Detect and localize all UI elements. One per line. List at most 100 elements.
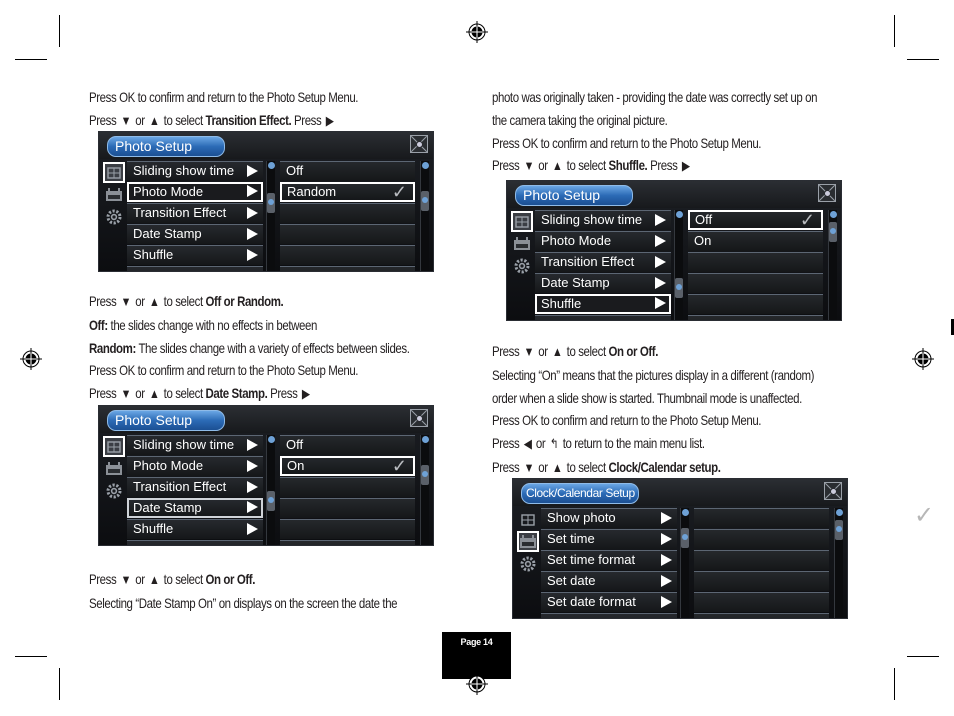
clock-calendar-icon[interactable]	[103, 184, 125, 205]
right-arrow-icon	[661, 512, 672, 524]
body-text: Press	[267, 385, 301, 402]
menu-item[interactable]: Sliding show time	[535, 210, 671, 230]
up-arrow-icon: ▲	[552, 158, 563, 174]
exit-icon[interactable]	[818, 184, 836, 202]
option-item[interactable]	[694, 550, 829, 570]
menu-item[interactable]: Photo Mode	[127, 182, 263, 202]
menu-scrollbar[interactable]	[266, 435, 275, 545]
option-item[interactable]: Off ✓	[688, 210, 823, 230]
menu-item[interactable]: Show photo	[541, 508, 677, 528]
menu-scrollbar[interactable]	[674, 210, 683, 320]
settings-gear-icon[interactable]	[103, 206, 125, 227]
option-item[interactable]	[280, 203, 415, 223]
text-line: photo was originally taken - providing t…	[492, 86, 817, 109]
text-line: Press ▼ or ▲ to select Date Stamp. Press…	[89, 382, 410, 406]
menu-item[interactable]: Transition Effect	[127, 203, 263, 223]
settings-gear-icon[interactable]	[511, 255, 533, 276]
side-icon-bar	[103, 436, 125, 502]
menu-item[interactable]: Transition Effect	[127, 477, 263, 497]
body-text: to select	[160, 385, 206, 402]
up-arrow-icon: ▲	[149, 112, 160, 128]
body-text: Press OK to confirm and return to the Ph…	[492, 412, 762, 429]
option-item[interactable]	[280, 519, 415, 539]
option-item[interactable]	[280, 477, 415, 497]
option-item[interactable]: On ✓	[280, 456, 415, 476]
option-item[interactable]	[694, 508, 829, 528]
up-arrow-icon: ▲	[552, 344, 563, 359]
clock-calendar-icon[interactable]	[511, 233, 533, 254]
menu-item[interactable]: Date Stamp	[127, 498, 263, 518]
option-item[interactable]	[280, 245, 415, 265]
menu-item-empty	[127, 540, 263, 545]
option-item[interactable]	[688, 294, 823, 314]
body-text: or	[132, 385, 148, 402]
menu-item[interactable]: Shuffle	[127, 519, 263, 539]
exit-icon[interactable]	[410, 409, 428, 427]
down-arrow-icon: ▼	[120, 112, 132, 128]
menu-item-label: Photo Mode	[133, 184, 204, 199]
option-scrollbar[interactable]	[420, 161, 429, 271]
text-line: Off: the slides change with no effects i…	[89, 314, 410, 337]
clock-calendar-icon[interactable]	[517, 531, 539, 552]
option-scrollbar[interactable]	[420, 435, 429, 545]
menu-item[interactable]: Date Stamp	[535, 273, 671, 293]
up-arrow-icon: ▲	[552, 459, 563, 475]
right-arrow-icon	[247, 228, 258, 240]
text-line: Press ▼ or ▲ to select Shuffle. Press ▶	[492, 154, 817, 178]
photo-setup-icon[interactable]	[103, 162, 125, 183]
option-scrollbar[interactable]	[834, 508, 843, 618]
exit-icon[interactable]	[410, 135, 428, 153]
menu-item[interactable]: Shuffle	[127, 245, 263, 265]
option-item[interactable]	[694, 571, 829, 591]
settings-gear-icon[interactable]	[103, 480, 125, 501]
option-scrollbar[interactable]	[828, 210, 837, 320]
right-arrow-icon	[247, 460, 258, 472]
body-text: to select	[160, 111, 206, 128]
option-item-empty	[280, 540, 415, 545]
checkmark-icon: ✓	[914, 502, 935, 529]
body-text: photo was originally taken - providing t…	[492, 89, 818, 105]
back-return-icon: ↰	[549, 436, 559, 452]
photo-setup-icon[interactable]	[511, 211, 533, 232]
option-item[interactable]: Off	[280, 161, 415, 181]
menu-scrollbar[interactable]	[680, 508, 689, 618]
body-text: to select	[160, 293, 206, 309]
option-item[interactable]	[694, 592, 829, 612]
photo-setup-icon[interactable]	[517, 509, 539, 530]
option-item-empty	[688, 315, 823, 320]
menu-item[interactable]: Sliding show time	[127, 161, 263, 181]
menu-item[interactable]: Set time	[541, 529, 677, 549]
menu-item-label: Shuffle	[133, 521, 174, 536]
option-label: Random	[287, 184, 337, 199]
down-arrow-icon: ▼	[120, 386, 132, 402]
menu-scrollbar[interactable]	[266, 161, 275, 271]
menu-item[interactable]: Set time format	[541, 550, 677, 570]
exit-icon[interactable]	[824, 482, 842, 500]
menu-item[interactable]: Sliding show time	[127, 435, 263, 455]
option-item[interactable]	[694, 529, 829, 549]
option-item[interactable]	[280, 224, 415, 244]
menu-item[interactable]: Set date	[541, 571, 677, 591]
menu-item[interactable]: Date Stamp	[127, 224, 263, 244]
settings-gear-icon[interactable]	[517, 553, 539, 574]
text-line: Press ▼ or ▲ to select Transition Effect…	[89, 109, 358, 133]
option-item[interactable]: Off	[280, 435, 415, 455]
option-item[interactable]: On	[688, 231, 823, 251]
photo-setup-icon[interactable]	[103, 436, 125, 457]
option-item[interactable]: Random ✓	[280, 182, 415, 202]
option-item[interactable]	[280, 498, 415, 518]
menu-item[interactable]: Transition Effect	[535, 252, 671, 272]
option-item[interactable]	[688, 252, 823, 272]
option-item[interactable]	[688, 273, 823, 293]
clock-calendar-icon[interactable]	[103, 458, 125, 479]
body-text: or	[132, 293, 148, 309]
menu-item-empty	[127, 266, 263, 271]
menu-item[interactable]: Set date format	[541, 592, 677, 612]
left-text-2: Press ▼ or ▲ to select Off or Random. Off…	[89, 290, 480, 406]
menu-item[interactable]: Photo Mode	[535, 231, 671, 251]
body-text: or	[535, 343, 551, 359]
menu-item[interactable]: Photo Mode	[127, 456, 263, 476]
option-item-empty	[280, 266, 415, 271]
right-arrow-icon	[655, 235, 666, 247]
menu-item[interactable]: Shuffle	[535, 294, 671, 314]
